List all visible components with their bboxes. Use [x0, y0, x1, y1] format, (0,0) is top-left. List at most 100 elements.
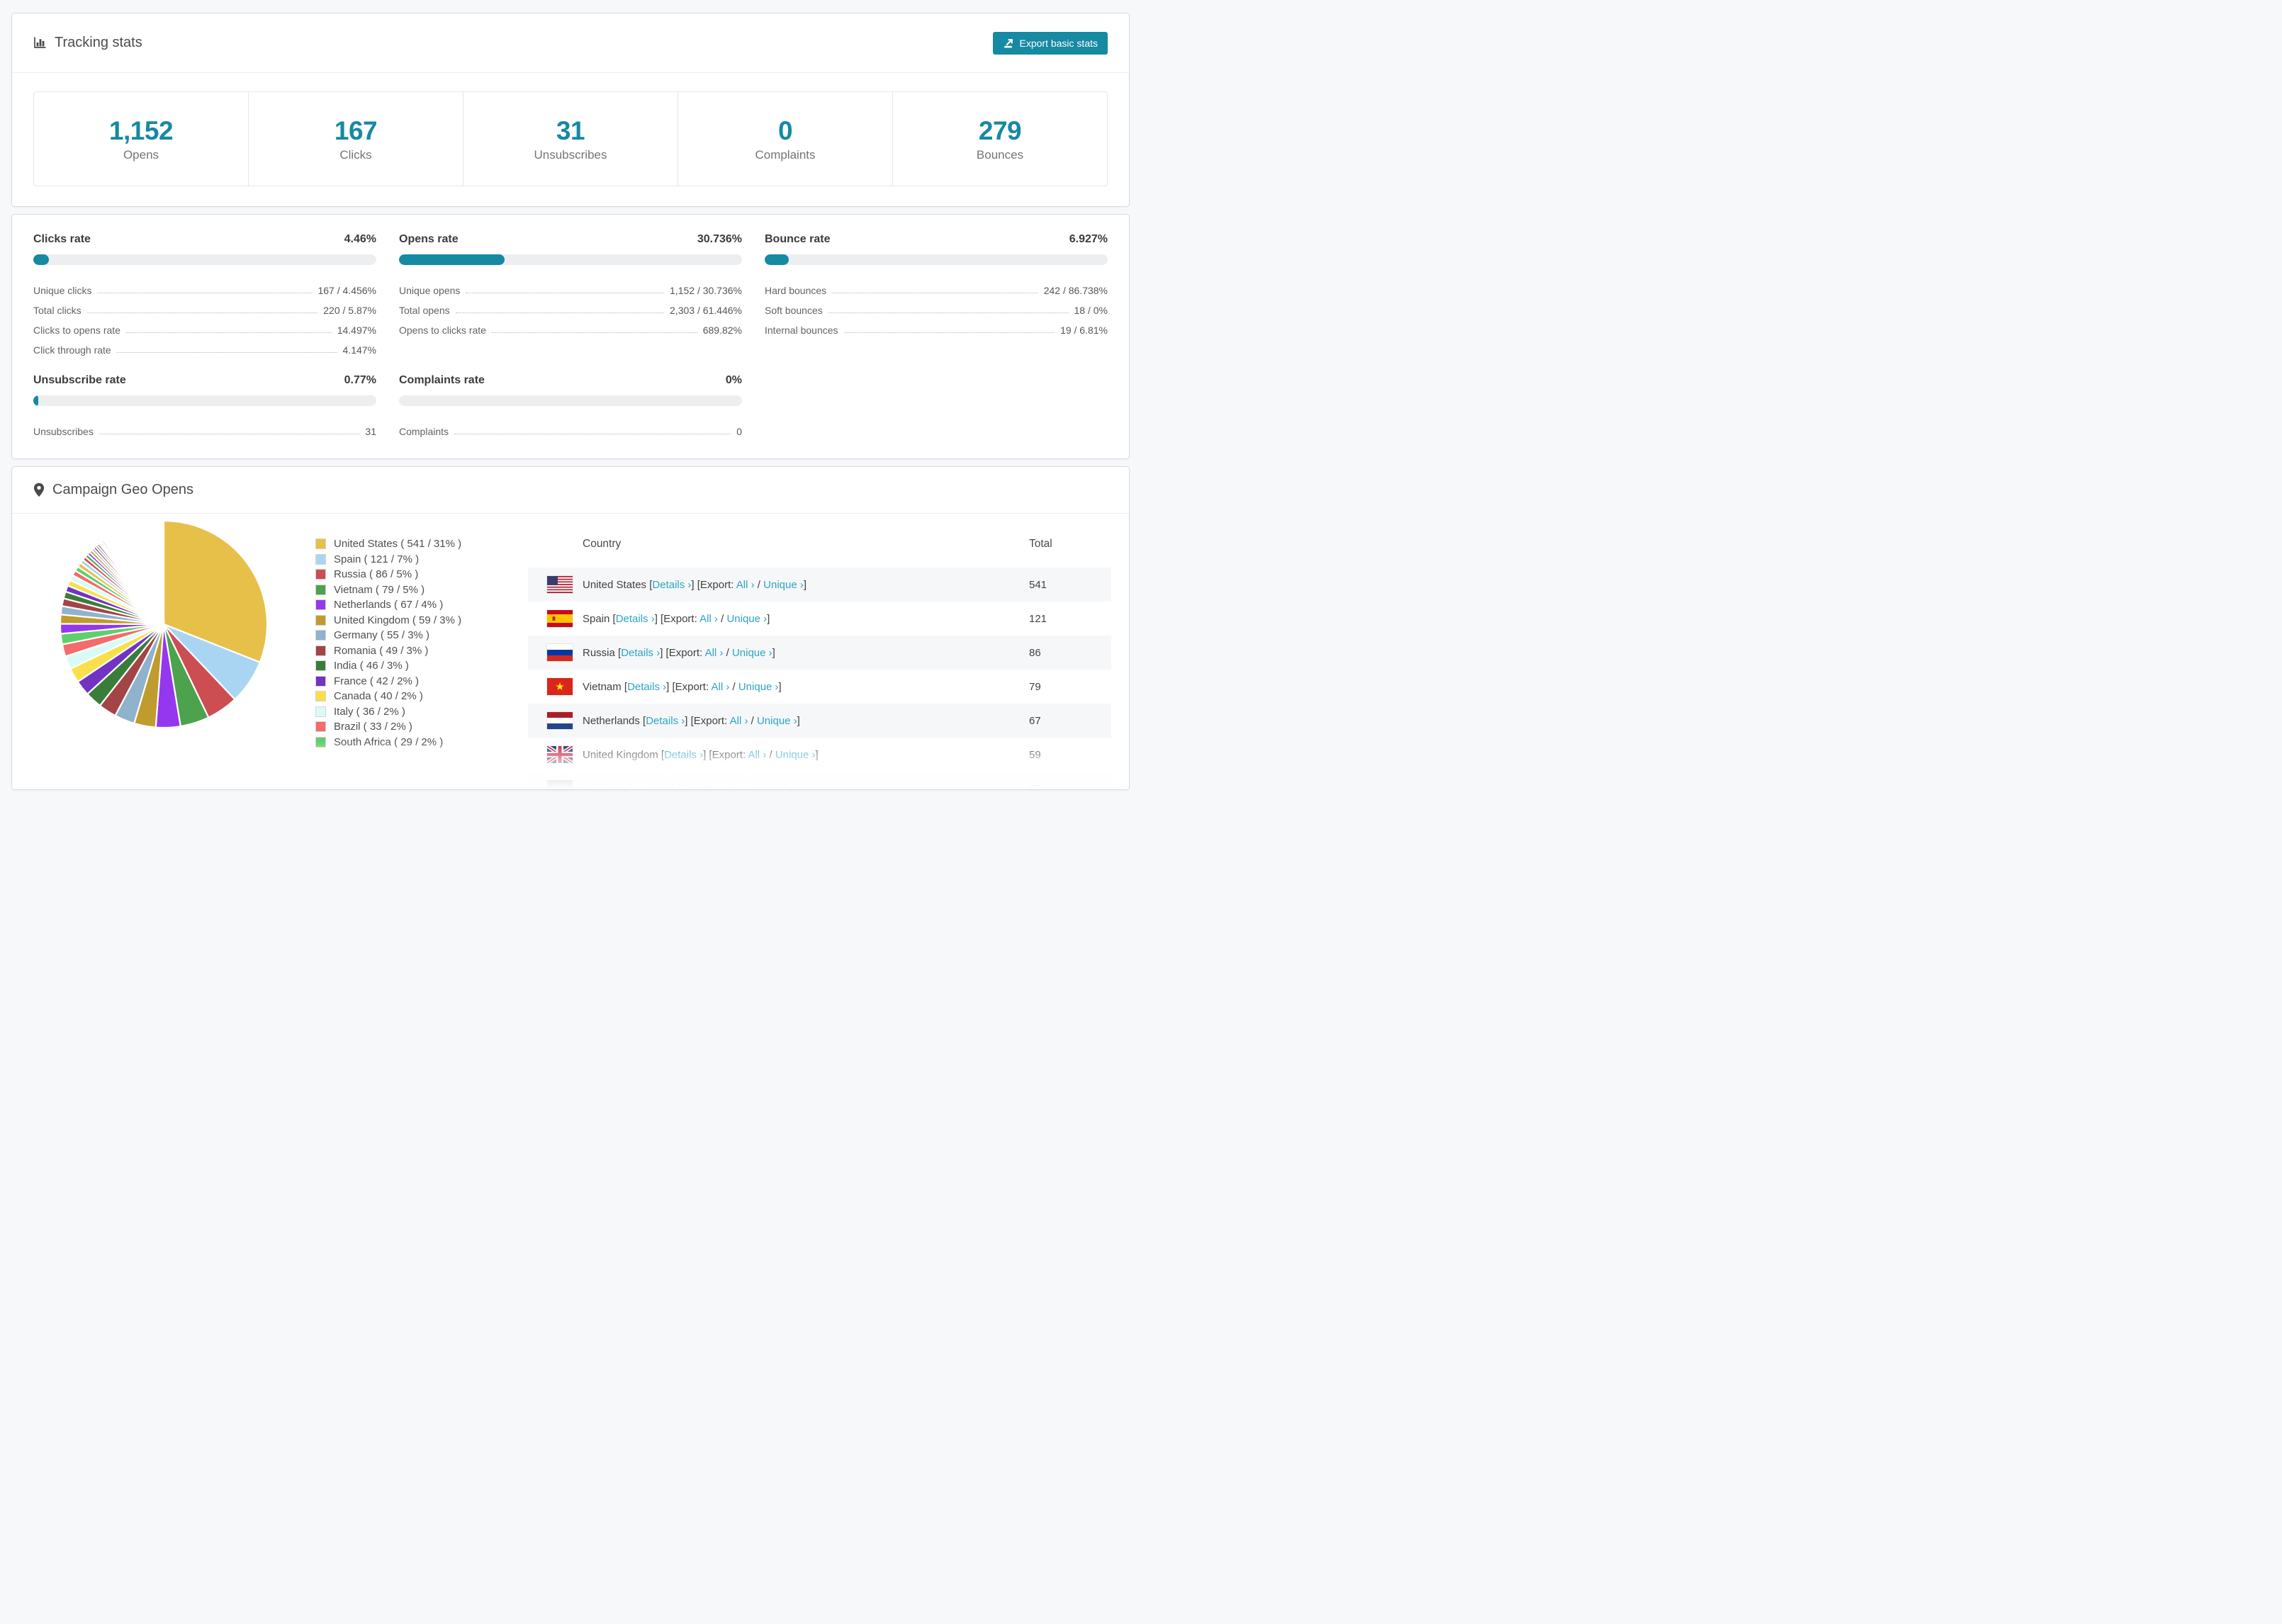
rate-value: 0%	[725, 374, 742, 386]
details-link[interactable]: Details ›	[652, 579, 691, 591]
geo-row-russia: Russia [Details ›] [Export: All › / Uniq…	[528, 636, 1111, 670]
legend-swatch	[315, 553, 326, 565]
rate-title: Clicks rate	[33, 233, 91, 245]
rate-head: Complaints rate 0%	[399, 374, 742, 387]
stat-value: 0	[777, 115, 793, 145]
detail-label: Unique opens	[399, 285, 461, 296]
progress-bar-fill	[765, 254, 789, 265]
rate-detail-rows: Complaints 0	[399, 417, 742, 437]
detail-row-internal-bounces: Internal bounces 19 / 6.81%	[765, 316, 1108, 336]
country-column-header: Country	[583, 538, 622, 550]
export-unique-link[interactable]: Unique ›	[738, 681, 779, 693]
legend-item-brazil: Brazil ( 33 / 2% )	[315, 719, 514, 735]
detail-value: 14.497%	[337, 325, 376, 336]
detail-row-click-through-rate: Click through rate 4.147%	[33, 336, 376, 356]
progress-bar-fill	[33, 254, 49, 265]
export-unique-link[interactable]: Unique ›	[757, 715, 797, 727]
detail-label: Clicks to opens rate	[33, 325, 120, 336]
legend-swatch	[315, 660, 326, 672]
legend-item-vietnam: Vietnam ( 79 / 5% )	[315, 582, 514, 598]
rate-head: Clicks rate 4.46%	[33, 233, 376, 246]
export-all-link[interactable]: All ›	[736, 579, 755, 591]
export-all-link[interactable]: All ›	[716, 783, 734, 790]
rate-title: Complaints rate	[399, 374, 485, 386]
detail-row-total-clicks: Total clicks 220 / 5.87%	[33, 296, 376, 316]
geo-pie-chart	[57, 518, 270, 731]
details-link[interactable]: Details ›	[664, 749, 703, 761]
progress-bar-fill	[399, 254, 505, 265]
legend-item-netherlands: Netherlands ( 67 / 4% )	[315, 597, 514, 613]
rate-detail-rows: Unique opens 1,152 / 30.736% Total opens 2,…	[399, 276, 742, 336]
detail-row-soft-bounces: Soft bounces 18 / 0%	[765, 296, 1108, 316]
legend-item-canada: Canada ( 40 / 2% )	[315, 689, 514, 704]
flag-es-icon	[547, 610, 573, 627]
details-link[interactable]: Details ›	[621, 647, 660, 659]
map-pin-icon	[33, 483, 45, 497]
export-basic-stats-button[interactable]: Export basic stats	[992, 31, 1108, 55]
detail-value: 4.147%	[342, 344, 376, 356]
legend-label: Romania ( 49 / 3% )	[334, 644, 429, 657]
dotted-leader	[116, 352, 337, 353]
export-all-link[interactable]: All ›	[730, 715, 748, 727]
rate-block-opens-rate: Opens rate 30.736% Unique opens 1,152 / 30.…	[399, 233, 742, 356]
rate-block-bounce-rate: Bounce rate 6.927% Hard bounces 242 / 86.73…	[765, 233, 1108, 356]
dotted-leader	[491, 332, 697, 333]
rate-head: Opens rate 30.736%	[399, 233, 742, 246]
legend-label: Canada ( 40 / 2% )	[334, 690, 423, 703]
rate-value: 0.77%	[344, 374, 376, 386]
legend-label: Germany ( 55 / 3% )	[334, 629, 430, 642]
details-link[interactable]: Details ›	[627, 681, 666, 693]
export-unique-link[interactable]: Unique ›	[726, 613, 767, 625]
geo-row-total: 86	[1029, 646, 1041, 659]
export-all-link[interactable]: All ›	[711, 681, 729, 693]
export-unique-link[interactable]: Unique ›	[763, 579, 804, 591]
page: Tracking stats Export basic stats 1,152 O…	[0, 0, 1141, 790]
geo-row-netherlands: Netherlands [Details ›] [Export: All › /…	[528, 704, 1111, 738]
export-unique-link[interactable]: Unique ›	[775, 749, 816, 761]
geo-row-spain: Spain [Details ›] [Export: All › / Uniqu…	[528, 602, 1111, 636]
geo-row-text: United States [Details ›] [Export: All ›…	[583, 578, 807, 591]
stat-box-clicks: 167 Clicks	[249, 92, 463, 186]
flag-nl-icon	[547, 712, 573, 729]
export-all-link[interactable]: All ›	[699, 613, 718, 625]
legend-label: Russia ( 86 / 5% )	[334, 568, 419, 581]
export-all-link[interactable]: All ›	[748, 749, 766, 761]
geo-row-text: United Kingdom [Details ›] [Export: All …	[583, 748, 819, 761]
total-column-header: Total	[1029, 538, 1052, 550]
detail-label: Complaints	[399, 426, 449, 437]
legend-item-india: India ( 46 / 3% )	[315, 658, 514, 674]
legend-swatch	[315, 569, 326, 580]
legend-swatch	[315, 675, 326, 687]
detail-row-unsubscribes: Unsubscribes 31	[33, 417, 376, 437]
detail-label: Total clicks	[33, 305, 82, 316]
stat-box-opens: 1,152 Opens	[34, 92, 249, 186]
campaign-geo-opens-card: Campaign Geo Opens United States ( 541 /…	[11, 466, 1130, 790]
export-unique-link[interactable]: Unique ›	[732, 647, 772, 659]
progress-bar-track	[33, 395, 376, 406]
geo-row-germany: Germany [Details ›] [Export: All › / Uni…	[528, 772, 1111, 790]
detail-row-clicks-to-opens-rate: Clicks to opens rate 14.497%	[33, 316, 376, 336]
detail-value: 19 / 6.81%	[1060, 325, 1108, 336]
progress-bar-track	[399, 254, 742, 265]
stat-label: Complaints	[755, 147, 816, 162]
export-unique-link[interactable]: Unique ›	[743, 783, 784, 790]
legend-item-romania: Romania ( 49 / 3% )	[315, 643, 514, 659]
rate-value: 4.46%	[344, 233, 376, 245]
geo-row-total: 67	[1029, 714, 1041, 727]
rate-head: Unsubscribe rate 0.77%	[33, 374, 376, 387]
stat-label: Unsubscribes	[534, 147, 607, 162]
detail-value: 0	[736, 426, 742, 437]
legend-swatch	[315, 538, 326, 550]
detail-label: Click through rate	[33, 344, 111, 356]
details-link[interactable]: Details ›	[632, 783, 671, 790]
legend-item-italy: Italy ( 36 / 2% )	[315, 704, 514, 720]
legend-item-france: France ( 42 / 2% )	[315, 674, 514, 689]
legend-item-south-africa: South Africa ( 29 / 2% )	[315, 735, 514, 750]
details-link[interactable]: Details ›	[616, 613, 655, 625]
export-all-link[interactable]: All ›	[705, 647, 724, 659]
legend-swatch	[315, 706, 326, 717]
legend-item-spain: Spain ( 121 / 7% )	[315, 552, 514, 568]
legend-label: Vietnam ( 79 / 5% )	[334, 583, 425, 596]
geo-row-total: 79	[1029, 680, 1041, 693]
details-link[interactable]: Details ›	[646, 715, 685, 727]
